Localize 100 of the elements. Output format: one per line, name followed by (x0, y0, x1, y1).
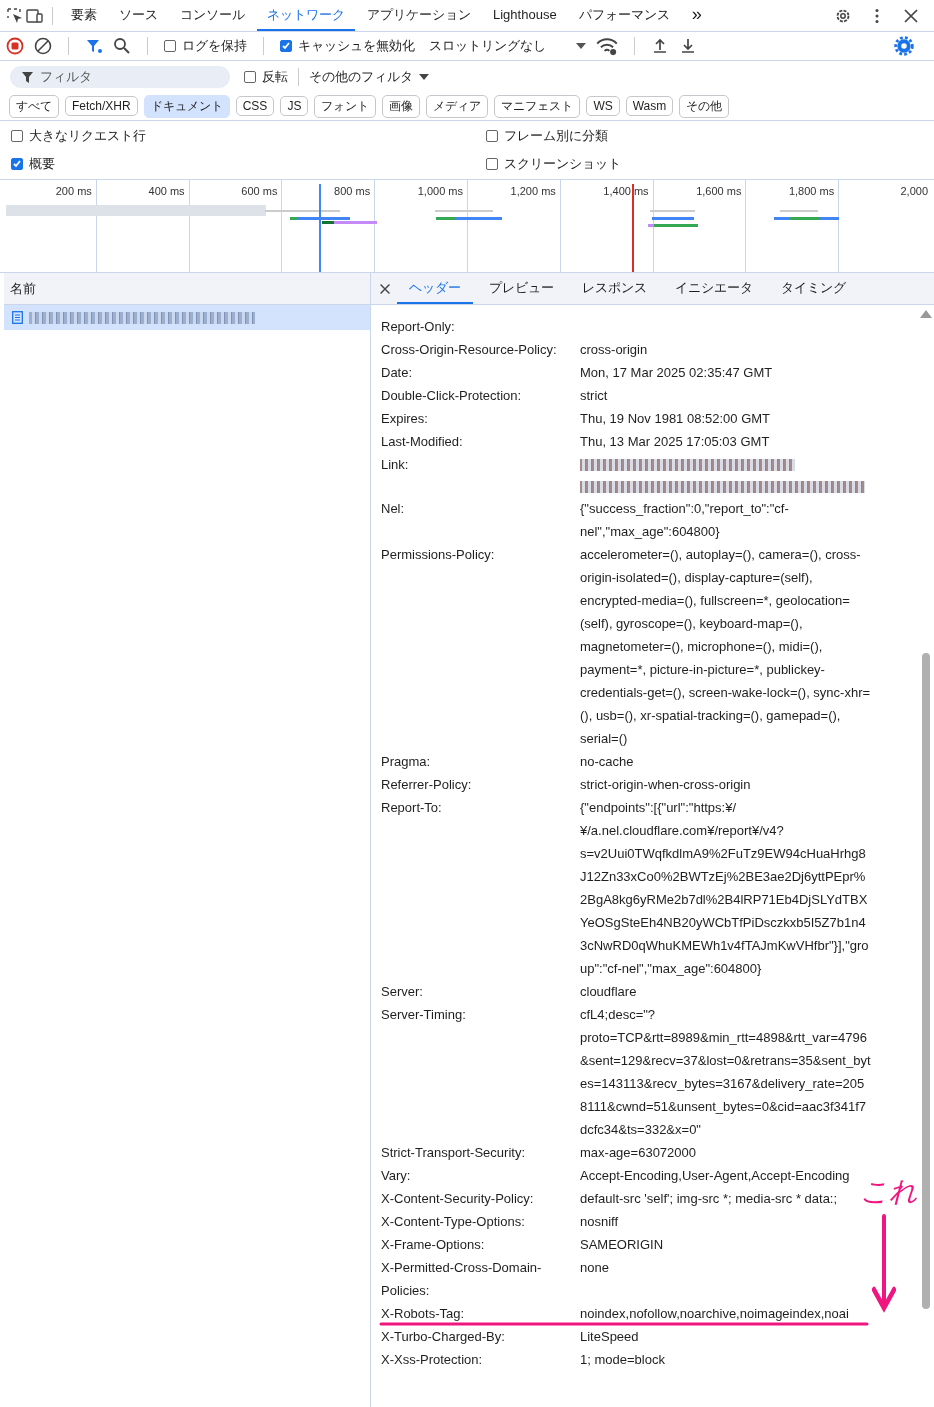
caret-icon (576, 43, 586, 49)
filter-icon[interactable] (85, 37, 103, 55)
header-name: Referrer-Policy: (381, 776, 473, 794)
disable-cache-label: キャッシュを無効化 (298, 37, 415, 55)
header-value: Accept-Encoding,User-Agent,Accept-Encoding (580, 1167, 850, 1185)
header-name: Report-Only: (381, 318, 456, 336)
type-filter-chip[interactable]: その他 (679, 94, 730, 118)
option-label: フレーム別に分類 (504, 127, 608, 145)
timeline-tick-label: 1,200 ms (510, 185, 556, 197)
scrollbar-thumb[interactable] (922, 653, 930, 1309)
header-value: accelerometer=(), autoplay=(), camera=(), cross-origin-isolated=(), display-capture=(self), encrypted-media=(), fullscreen=*, geolocation=(self), gyroscope=(), keyboard-map=(), magnetometer=(), microphone=(), midi=(), payment=*, picture-in-picture=*, publickey-credentials-get=(), screen-wake-lock=(), sync-xhr=(), usb=(), xr-spatial-tracking=(), gamepad=(), serial=() (580, 546, 871, 748)
panel-tab[interactable]: パフォーマンス (568, 0, 680, 31)
handwritten-annotation: これ (860, 1178, 918, 1206)
disable-cache-checkbox[interactable] (280, 40, 292, 52)
record-stop-icon[interactable] (6, 37, 24, 55)
header-value: SAMEORIGIN (580, 1236, 664, 1254)
preserve-log-checkbox[interactable] (164, 40, 176, 52)
header-value: no-cache (580, 753, 634, 771)
name-column-header: 名前 (10, 279, 36, 298)
invert-checkbox[interactable] (244, 70, 256, 83)
header-name: Permissions-Policy: (381, 546, 496, 564)
header-name: X-Content-Type-Options: (381, 1213, 526, 1231)
device-toolbar-icon[interactable] (26, 6, 44, 25)
header-value: Thu, 13 Mar 2025 17:05:03 GMT (580, 433, 770, 451)
panel-tab[interactable]: コンソール (170, 0, 255, 31)
timeline-tick-label: 1,000 ms (417, 185, 463, 197)
timeline-tick-label: 1,400 ms (603, 185, 649, 197)
header-name: Double-Click-Protection: (381, 387, 523, 405)
header-name: Cross-Origin-Resource-Policy: (381, 341, 558, 359)
download-icon[interactable] (679, 37, 697, 55)
type-filter-chip[interactable]: ドキュメント (143, 94, 230, 118)
header-name: Last-Modified: (381, 433, 464, 451)
filter-icon (22, 71, 33, 83)
option-checkbox[interactable] (11, 158, 23, 170)
option-label: スクリーンショット (504, 155, 621, 173)
header-value: nosniff (580, 1213, 619, 1231)
throttling-dropdown[interactable]: スロットリングなし (429, 37, 586, 55)
header-name: X-Turbo-Charged-By: (381, 1328, 506, 1346)
close-icon[interactable] (902, 6, 920, 25)
invert-label: 反転 (262, 67, 288, 86)
panel-tab[interactable]: Lighthouse (483, 0, 567, 31)
type-filter-chip[interactable]: メディア (426, 94, 489, 118)
scroll-up-icon[interactable] (920, 310, 932, 318)
header-name: X-Permitted-Cross-Domain-Policies: (381, 1259, 543, 1300)
option-label: 概要 (29, 155, 55, 173)
option-checkbox[interactable] (11, 130, 23, 142)
header-value: none (580, 1259, 609, 1277)
caret-icon (419, 73, 429, 80)
more-filters-dropdown[interactable]: その他のフィルタ (309, 67, 429, 86)
detail-tab[interactable]: タイミング (769, 273, 858, 304)
inspect-icon[interactable] (6, 6, 24, 25)
header-value: LiteSpeed (580, 1328, 639, 1346)
option-checkbox[interactable] (486, 158, 498, 170)
option-label: 大きなリクエスト行 (29, 127, 146, 145)
type-filter-chip[interactable]: Wasm (625, 96, 674, 116)
type-filter-chip[interactable]: 画像 (382, 94, 421, 118)
type-filter-chip[interactable]: フォント (314, 94, 377, 118)
timeline-tick-label: 1,600 ms (696, 185, 742, 197)
network-conditions-icon[interactable] (596, 35, 618, 57)
header-value: Mon, 17 Mar 2025 02:35:47 GMT (580, 364, 773, 382)
timeline-tick-label: 800 ms (334, 185, 371, 197)
header-name: Server-Timing: (381, 1006, 467, 1024)
header-name: Link: (381, 456, 410, 474)
search-icon[interactable] (113, 37, 131, 55)
type-filter-chip[interactable]: マニフェスト (494, 94, 581, 118)
settings-icon[interactable] (894, 36, 914, 56)
detail-tab[interactable]: レスポンス (570, 273, 659, 304)
detail-tab[interactable]: プレビュー (477, 273, 566, 304)
header-name: X-Content-Security-Policy: (381, 1190, 535, 1208)
header-name: X-Xss-Protection: (381, 1351, 484, 1369)
header-value: strict (580, 387, 608, 405)
filter-field[interactable]: フィルタ (10, 65, 230, 88)
header-value: noindex,nofollow,noarchive,noimageindex,noai (580, 1305, 849, 1323)
header-name: Nel: (381, 500, 406, 518)
header-name: Pragma: (381, 753, 432, 771)
timeline-tick-label: 400 ms (148, 185, 185, 197)
timeline-tick-label: 600 ms (241, 185, 278, 197)
document-icon (12, 311, 23, 324)
type-filter-chip[interactable]: JS (280, 96, 309, 116)
option-checkbox[interactable] (486, 130, 498, 142)
clear-icon[interactable] (34, 37, 52, 55)
type-filter-chip[interactable]: Fetch/XHR (65, 96, 138, 116)
more-tabs-button[interactable]: » (681, 0, 712, 31)
header-value: 1; mode=block (580, 1351, 665, 1369)
detail-tab[interactable]: イニシエータ (663, 273, 765, 304)
timeline-tick-label: 200 ms (55, 185, 92, 197)
upload-icon[interactable] (651, 37, 669, 55)
header-name: Vary: (381, 1167, 412, 1185)
type-filter-chip[interactable]: WS (586, 96, 620, 116)
header-name: X-Frame-Options: (381, 1236, 486, 1254)
header-value: cloudflare (580, 983, 637, 1001)
panel-tab[interactable]: アプリケーション (357, 0, 481, 31)
header-name: Expires: (381, 410, 429, 428)
panel-tab[interactable]: 要素 (61, 0, 107, 31)
detail-tab[interactable]: ヘッダー (397, 273, 473, 304)
panel-tab[interactable]: ソース (109, 0, 168, 31)
header-value: cfL4;desc="?proto=TCP&rtt=8989&min_rtt=4898&rtt_var=4796&sent=129&recv=37&lost=0&retrans=35&sent_bytes=143113&recv_bytes=3167&delivery_rate=2058111&cwnd=51&unsent_bytes=0&cid=aac3f341f7dcfc34&ts=332&x=0" (580, 1006, 871, 1139)
type-filter-chip[interactable]: CSS (235, 96, 275, 116)
header-name: Date: (381, 364, 414, 382)
type-filter-chip[interactable]: すべて (9, 94, 59, 118)
